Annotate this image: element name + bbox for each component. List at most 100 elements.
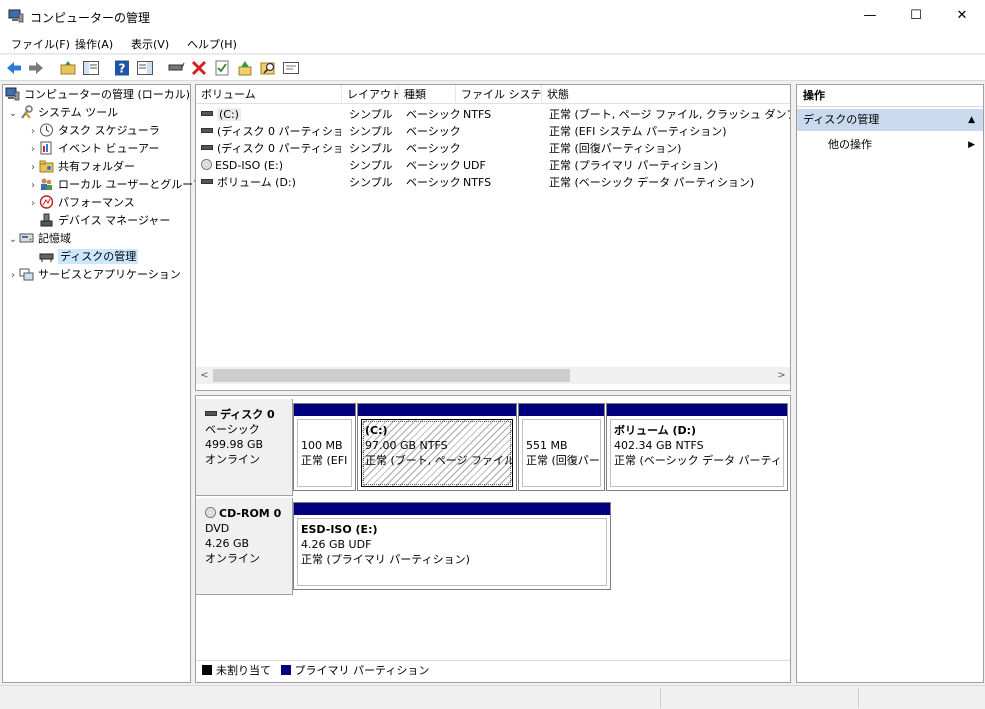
tree-label: 記憶域 xyxy=(38,232,71,245)
cell-volume: ESD-ISO (E:) xyxy=(215,159,283,172)
chevron-right-icon[interactable]: › xyxy=(7,267,19,285)
tree-item-services-apps[interactable]: › サービスとアプリケーション xyxy=(7,266,181,284)
cell-status: 正常 (ブート, ページ ファイル, クラッシュ ダンプ, ベーシ xyxy=(549,108,790,121)
volume-list-header: ボリューム レイアウト 種類 ファイル システム 状態 xyxy=(196,85,790,104)
minimize-button[interactable]: — xyxy=(847,0,893,32)
show-hide-action-pane-icon[interactable] xyxy=(136,59,154,77)
chevron-right-icon[interactable]: › xyxy=(27,195,39,213)
column-status[interactable]: 状態 xyxy=(542,85,790,104)
collapse-up-icon[interactable]: ▲ xyxy=(968,109,975,131)
tree-item-storage[interactable]: ⌄ 記憶域 xyxy=(7,230,71,248)
tree-label: タスク スケジューラ xyxy=(58,124,160,137)
tree-item-disk-management[interactable]: ディスクの管理 xyxy=(39,248,139,266)
tree-item-root[interactable]: コンピューターの管理 (ローカル) xyxy=(5,86,190,104)
menu-view[interactable]: 表示(V) xyxy=(131,36,169,52)
partition-d[interactable]: ボリューム (D:) 402.34 GB NTFS 正常 (ベーシック データ … xyxy=(606,403,788,491)
cell-fs: UDF xyxy=(463,159,486,172)
storage-icon xyxy=(19,233,34,243)
chevron-right-icon[interactable]: › xyxy=(27,177,39,195)
actions-section-disk-management[interactable]: ディスクの管理 ▲ xyxy=(797,109,983,131)
connect-icon[interactable] xyxy=(167,59,185,77)
search-icon[interactable] xyxy=(259,59,277,77)
column-volume[interactable]: ボリューム xyxy=(196,85,342,104)
disk-state: オンライン xyxy=(205,552,260,565)
back-arrow-icon[interactable] xyxy=(5,59,23,77)
horizontal-scrollbar[interactable]: < > xyxy=(196,367,790,384)
partition-efi[interactable]: 100 MB 正常 (EFI システム パーティション) xyxy=(293,403,356,491)
partition-name: (C:) xyxy=(365,424,388,437)
column-file-system[interactable]: ファイル システム xyxy=(456,85,542,104)
action-more-actions[interactable]: 他の操作 ▶ xyxy=(797,135,983,155)
maximize-button[interactable]: ☐ xyxy=(893,0,939,32)
chevron-right-icon: ▶ xyxy=(968,140,975,150)
table-row[interactable]: ESD-ISO (E:) シンプル ベーシック UDF 正常 (プライマリ パー… xyxy=(196,157,790,174)
primary-partition-bar xyxy=(358,404,516,416)
tree-label: 共有フォルダー xyxy=(58,160,135,173)
toolbar: ? xyxy=(0,55,985,81)
partition-status: 正常 (プライマリ パーティション) xyxy=(301,553,470,566)
tree-item-shared-folders[interactable]: › 共有フォルダー xyxy=(27,158,135,176)
scroll-thumb[interactable] xyxy=(213,369,570,382)
cell-fs: NTFS xyxy=(463,108,492,121)
chevron-down-icon[interactable]: ⌄ xyxy=(7,105,19,123)
menu-help[interactable]: ヘルプ(H) xyxy=(187,36,237,52)
partition-esd-iso[interactable]: ESD-ISO (E:) 4.26 GB UDF 正常 (プライマリ パーティシ… xyxy=(293,502,611,590)
table-row[interactable]: (C:) シンプル ベーシック NTFS 正常 (ブート, ページ ファイル, … xyxy=(196,106,790,123)
tree-item-device-manager[interactable]: デバイス マネージャー xyxy=(39,212,170,230)
properties-icon[interactable] xyxy=(282,59,300,77)
menu-action[interactable]: 操作(A) xyxy=(75,36,113,52)
drive-icon xyxy=(201,145,213,150)
tree-label: ディスクの管理 xyxy=(58,249,139,264)
chevron-down-icon[interactable]: ⌄ xyxy=(7,231,19,249)
column-type[interactable]: 種類 xyxy=(399,85,456,104)
show-hide-tree-icon[interactable] xyxy=(82,59,100,77)
partition-c[interactable]: (C:) 97.00 GB NTFS 正常 (ブート, ページ ファイル, クラ… xyxy=(357,403,517,491)
partition-status: 正常 (EFI システム パーティション) xyxy=(301,454,351,467)
scroll-left-icon[interactable]: < xyxy=(196,367,213,384)
disk-name: CD-ROM 0 xyxy=(219,507,282,520)
partition-recovery[interactable]: 551 MB 正常 (回復パーティション) xyxy=(518,403,605,491)
tree-label: イベント ビューアー xyxy=(58,142,160,155)
disk-size: 4.26 GB xyxy=(205,537,250,550)
action-label: 他の操作 xyxy=(828,138,872,151)
table-row[interactable]: ボリューム (D:) シンプル ベーシック NTFS 正常 (ベーシック データ… xyxy=(196,174,790,191)
tree-item-event-viewer[interactable]: › イベント ビューアー xyxy=(27,140,159,158)
disk-graphical-view: ディスク 0 ベーシック 499.98 GB オンライン 100 MB 正常 (… xyxy=(195,395,791,683)
window-title: コンピューターの管理 xyxy=(30,11,151,25)
menu-file[interactable]: ファイル(F) xyxy=(11,36,70,52)
primary-partition-bar xyxy=(519,404,604,416)
partition-status: 正常 (ベーシック データ パーティション) xyxy=(614,454,783,467)
disk-0-label[interactable]: ディスク 0 ベーシック 499.98 GB オンライン xyxy=(196,399,293,496)
tree-item-performance[interactable]: › パフォーマンス xyxy=(27,194,135,212)
delete-icon[interactable] xyxy=(190,59,208,77)
disk-type: DVD xyxy=(205,522,230,535)
column-layout[interactable]: レイアウト xyxy=(342,85,399,104)
drive-icon xyxy=(201,179,213,184)
chevron-right-icon[interactable]: › xyxy=(27,141,39,159)
cell-layout: シンプル xyxy=(349,125,393,138)
table-row[interactable]: (ディスク 0 パーティション 4) シンプル ベーシック 正常 (回復パーティ… xyxy=(196,140,790,157)
actions-title: 操作 xyxy=(797,85,983,107)
up-icon[interactable] xyxy=(236,59,254,77)
help-icon[interactable]: ? xyxy=(113,59,131,77)
drive-icon xyxy=(201,111,213,116)
table-row[interactable]: (ディスク 0 パーティション 1) シンプル ベーシック 正常 (EFI シス… xyxy=(196,123,790,140)
primary-partition-bar xyxy=(607,404,787,416)
check-icon[interactable] xyxy=(213,59,231,77)
tree-item-system-tools[interactable]: ⌄ システム ツール xyxy=(7,104,118,122)
chevron-right-icon[interactable]: › xyxy=(27,159,39,177)
close-button[interactable]: ✕ xyxy=(939,0,985,32)
scroll-right-icon[interactable]: > xyxy=(773,367,790,384)
svg-text:?: ? xyxy=(119,62,126,76)
chevron-right-icon[interactable]: › xyxy=(27,123,39,141)
up-folder-icon[interactable] xyxy=(59,59,77,77)
forward-arrow-icon[interactable] xyxy=(27,59,45,77)
tree-item-local-users[interactable]: › ローカル ユーザーとグループ xyxy=(27,176,204,194)
cdrom-0-label[interactable]: CD-ROM 0 DVD 4.26 GB オンライン xyxy=(196,498,293,595)
legend-unallocated: 未割り当て xyxy=(216,664,271,677)
cell-status: 正常 (プライマリ パーティション) xyxy=(549,159,718,172)
disk-type: ベーシック xyxy=(205,423,260,436)
partition-size: 97.00 GB NTFS xyxy=(365,439,448,452)
tree-item-task-scheduler[interactable]: › タスク スケジューラ xyxy=(27,122,160,140)
tree-label: システム ツール xyxy=(38,106,119,119)
